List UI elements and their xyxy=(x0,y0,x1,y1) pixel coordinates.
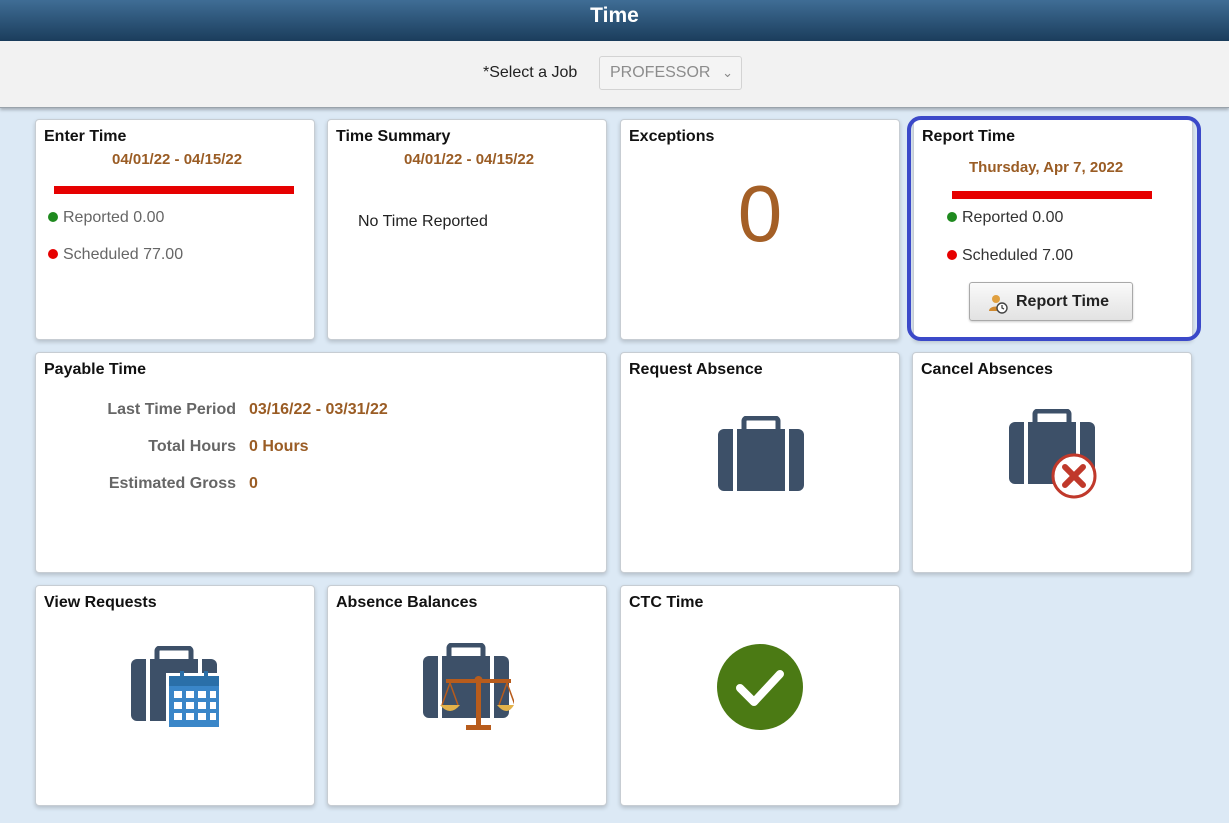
tile-title: Cancel Absences xyxy=(921,361,1053,378)
briefcase-scales-icon xyxy=(423,643,514,730)
green-dot-icon xyxy=(48,212,58,222)
tile-time-summary[interactable]: Time Summary 04/01/22 - 04/15/22 No Time… xyxy=(327,119,607,340)
tile-title: Absence Balances xyxy=(336,594,478,611)
red-dot-icon xyxy=(48,249,58,259)
estimated-gross-label: Estimated Gross xyxy=(108,475,236,492)
user-clock-icon xyxy=(988,291,1008,328)
page-title: Time xyxy=(590,4,639,27)
briefcase-icon xyxy=(718,416,804,491)
tile-enter-time[interactable]: Enter Time 04/01/22 - 04/15/22 Reported … xyxy=(35,119,315,340)
period-dates: 04/01/22 - 04/15/22 xyxy=(112,151,243,168)
briefcase-cancel-icon xyxy=(1009,409,1097,499)
reported-hours: Reported 0.00 xyxy=(947,209,1063,227)
red-dot-icon xyxy=(947,250,957,260)
scheduled-hours: Scheduled 7.00 xyxy=(947,247,1073,265)
exceptions-count: 0 xyxy=(737,169,783,258)
page-header: Time xyxy=(0,0,1229,41)
last-time-period-value: 03/16/22 - 03/31/22 xyxy=(249,401,388,418)
checkmark-icon xyxy=(717,644,803,730)
reported-hours: Reported 0.00 xyxy=(48,209,164,227)
progress-bar xyxy=(54,186,294,194)
briefcase-calendar-icon xyxy=(131,646,222,729)
report-date: Thursday, Apr 7, 2022 xyxy=(969,159,1124,176)
tile-request-absence[interactable]: Request Absence xyxy=(620,352,900,573)
total-hours-value: 0 Hours xyxy=(249,438,309,455)
report-time-button-label: Report Time xyxy=(1016,293,1110,310)
total-hours-label: Total Hours xyxy=(148,438,236,455)
progress-bar xyxy=(952,191,1152,199)
select-job-label: *Select a Job xyxy=(483,64,578,81)
tile-title: Enter Time xyxy=(44,128,127,145)
report-time-button[interactable]: Report Time xyxy=(969,282,1133,321)
tile-title: Time Summary xyxy=(336,128,451,145)
tile-exceptions[interactable]: Exceptions 0 xyxy=(620,119,900,340)
tile-title: Request Absence xyxy=(629,361,763,378)
tile-title: Payable Time xyxy=(44,361,146,378)
job-selector-bar: *Select a Job PROFESSOR ⌄ xyxy=(0,41,1229,108)
period-dates: 04/01/22 - 04/15/22 xyxy=(404,151,535,168)
tile-payable-time[interactable]: Payable Time Last Time Period 03/16/22 -… xyxy=(35,352,607,573)
tile-title: Report Time xyxy=(922,128,1016,145)
estimated-gross-value: 0 xyxy=(249,475,258,492)
tile-title: CTC Time xyxy=(629,594,704,611)
last-time-period-label: Last Time Period xyxy=(107,401,236,418)
tile-title: View Requests xyxy=(44,594,157,611)
tile-title: Exceptions xyxy=(629,128,715,145)
scheduled-hours: Scheduled 77.00 xyxy=(48,246,183,264)
job-select-value: PROFESSOR xyxy=(610,64,711,81)
green-dot-icon xyxy=(947,212,957,222)
chevron-down-icon: ⌄ xyxy=(722,65,733,80)
tile-cancel-absences[interactable]: Cancel Absences xyxy=(912,352,1192,573)
tile-view-requests[interactable]: View Requests xyxy=(35,585,315,806)
job-select[interactable]: PROFESSOR ⌄ xyxy=(599,56,742,90)
tile-ctc-time[interactable]: CTC Time xyxy=(620,585,900,806)
no-time-message: No Time Reported xyxy=(358,213,488,230)
tile-absence-balances[interactable]: Absence Balances xyxy=(327,585,607,806)
